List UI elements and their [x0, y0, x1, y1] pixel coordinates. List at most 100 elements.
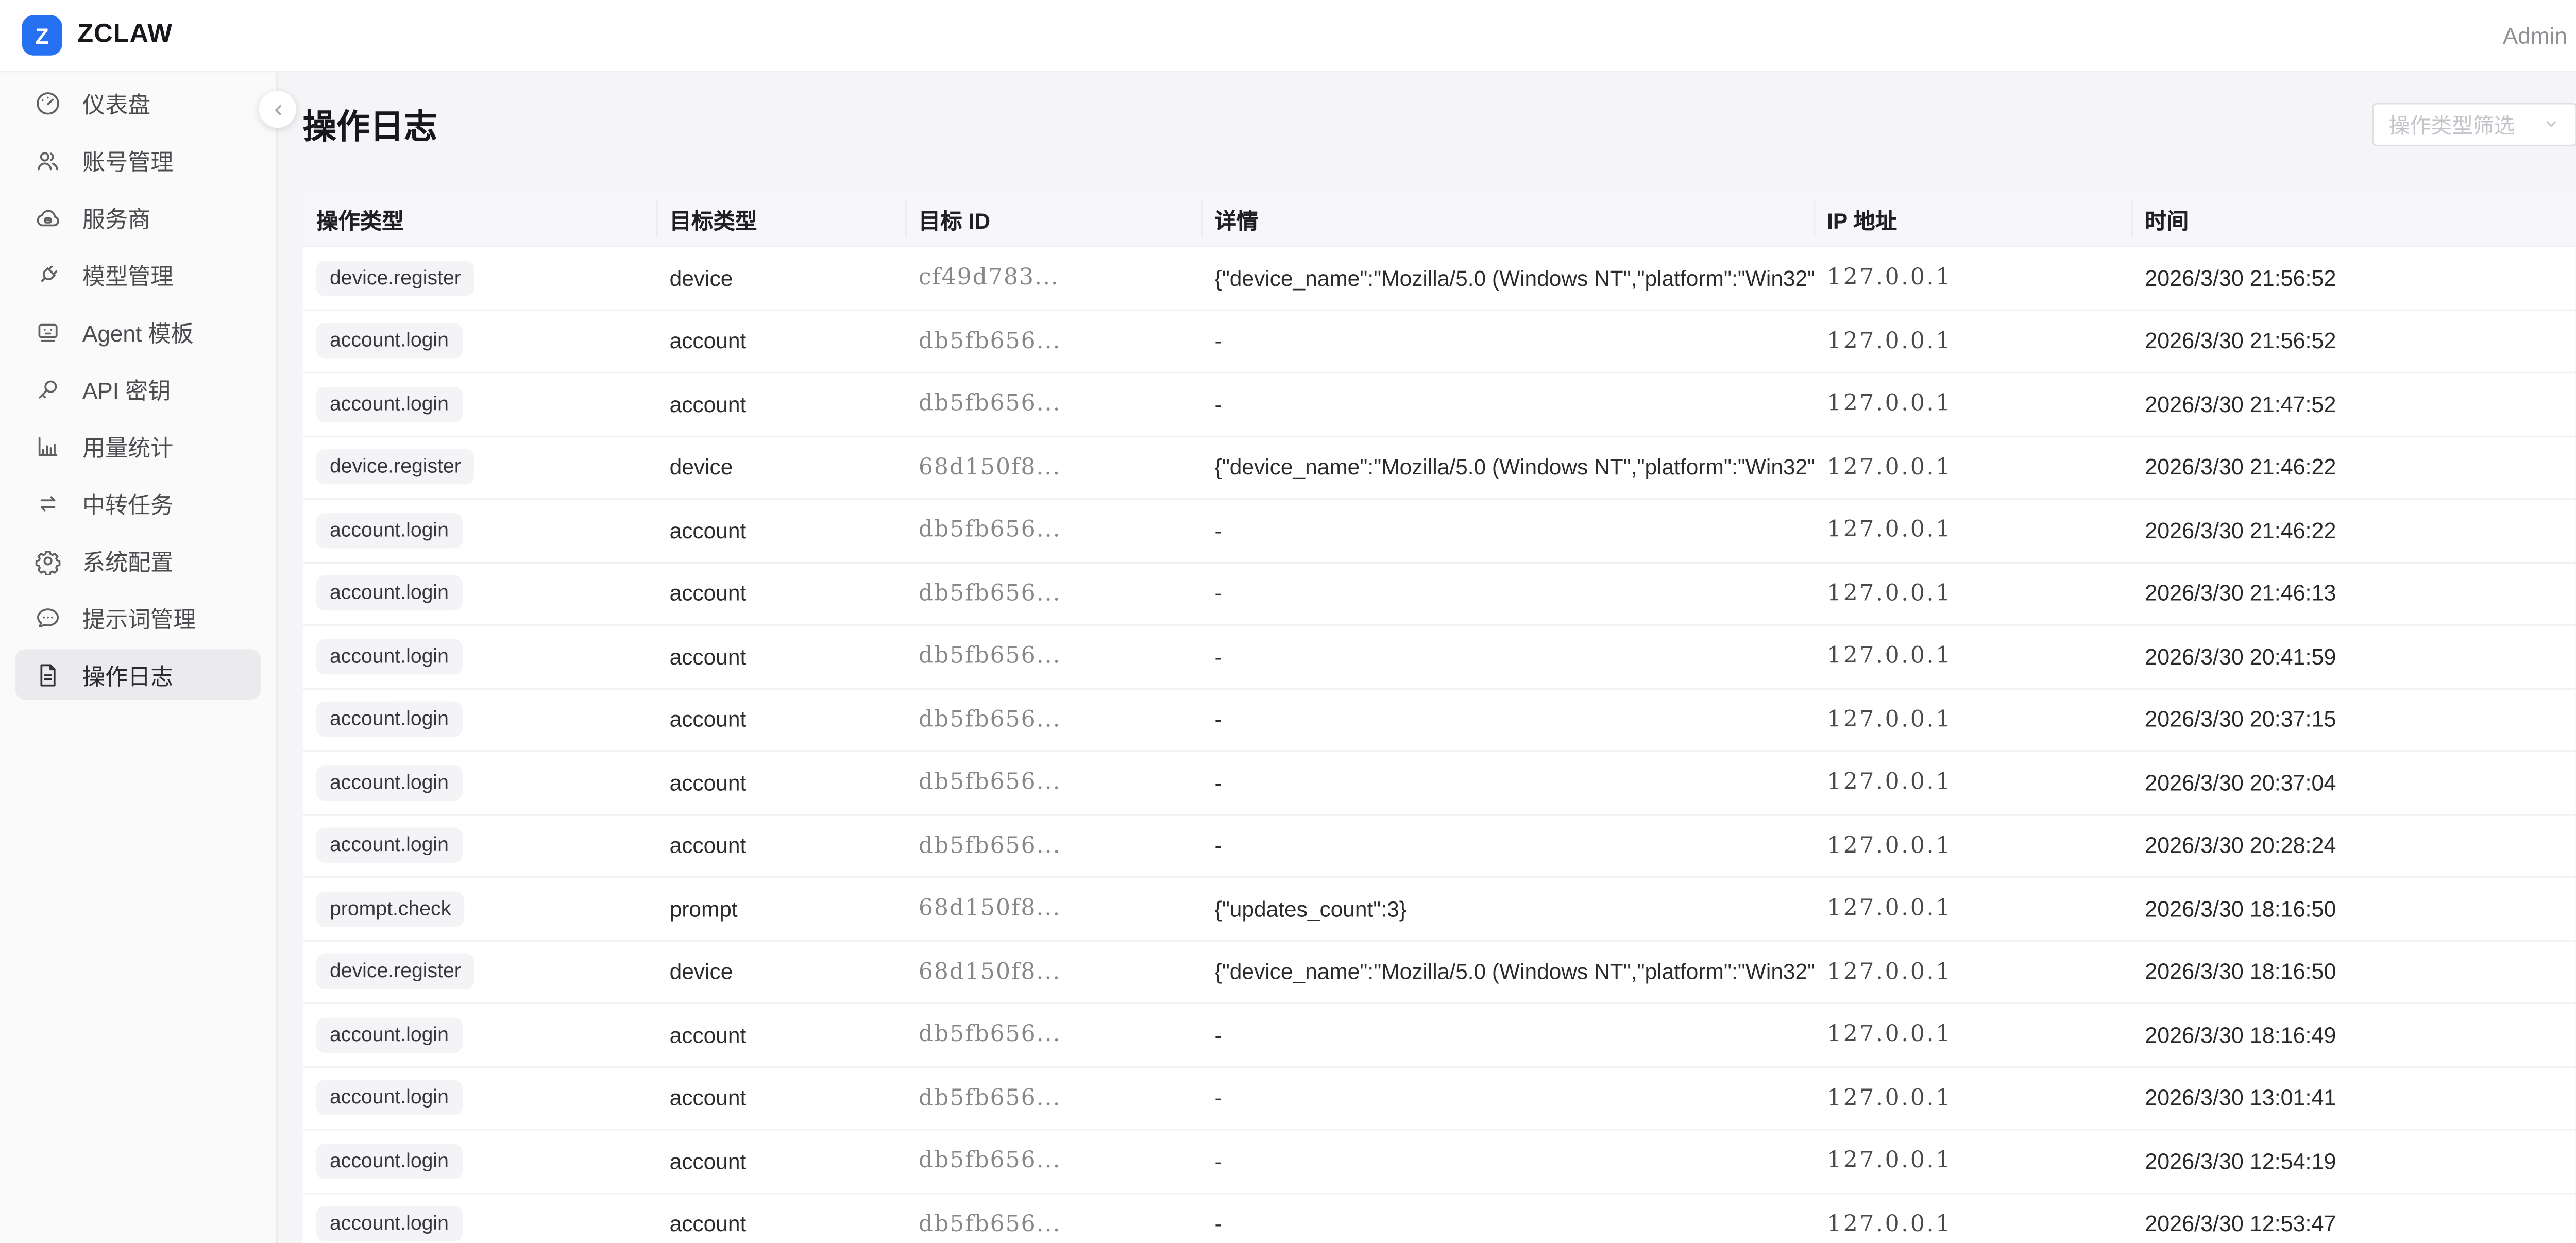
sidebar-item-relay-tasks[interactable]: 中转任务	[15, 478, 261, 528]
table-body: device.register device cf49d783... {"dev…	[303, 247, 2575, 1243]
page-title: 操作日志	[303, 99, 437, 148]
target-type-cell: account	[656, 563, 905, 624]
detail-cell: -	[1201, 1067, 1814, 1129]
detail-cell: -	[1201, 500, 1814, 561]
top-header: Z ZCLAW Admin	[0, 0, 2576, 72]
target-id-cell: db5fb656...	[905, 500, 1201, 561]
table-row: account.login account db5fb656... - 127.…	[303, 626, 2575, 689]
table-row: account.login account db5fb656... - 127.…	[303, 563, 2575, 625]
target-type-cell: account	[656, 1130, 905, 1191]
target-type-cell: account	[656, 500, 905, 561]
operation-type-chip: account.login	[316, 1144, 462, 1179]
operation-type-chip: device.register	[316, 450, 474, 485]
table-row: account.login account db5fb656... - 127.…	[303, 373, 2575, 436]
target-id-cell: db5fb656...	[905, 1194, 1201, 1243]
sidebar-item-providers[interactable]: 服务商	[15, 192, 261, 242]
sidebar-item-label: Agent 模板	[82, 315, 194, 348]
target-id-cell: 68d150f8...	[905, 878, 1201, 939]
ip-address-cell: 127.0.0.1	[1814, 563, 2131, 624]
table-row: device.register device cf49d783... {"dev…	[303, 247, 2575, 310]
sidebar-item-usage-stats[interactable]: 用量统计	[15, 420, 261, 471]
time-cell: 2026/3/30 18:16:50	[2131, 941, 2575, 1002]
target-type-cell: device	[656, 247, 905, 309]
ip-address-cell: 127.0.0.1	[1814, 310, 2131, 371]
target-id-cell: db5fb656...	[905, 752, 1201, 813]
ip-address-cell: 127.0.0.1	[1814, 689, 2131, 750]
detail-cell: {"device_name":"Mozilla/5.0 (Windows NT"…	[1201, 941, 1814, 1002]
main-content: 操作日志 操作类型筛选 操作类型目标类型目标 ID详情IP 地址时间 devic…	[278, 72, 2576, 1243]
target-id-cell: db5fb656...	[905, 1130, 1201, 1191]
ip-address-cell: 127.0.0.1	[1814, 500, 2131, 561]
detail-cell: -	[1201, 815, 1814, 876]
target-id-cell: db5fb656...	[905, 563, 1201, 624]
operation-type-filter-select[interactable]: 操作类型筛选	[2372, 102, 2576, 146]
table-row: account.login account db5fb656... - 127.…	[303, 500, 2575, 563]
bar-chart-icon	[33, 432, 62, 461]
ip-address-cell: 127.0.0.1	[1814, 1067, 2131, 1129]
table-row: account.login account db5fb656... - 127.…	[303, 1130, 2575, 1193]
robot-icon	[33, 317, 62, 346]
sidebar-item-models[interactable]: 模型管理	[15, 249, 261, 299]
sidebar-item-agent-template[interactable]: Agent 模板	[15, 306, 261, 356]
column-header: 目标 ID	[905, 192, 1201, 245]
sidebar-item-label: 模型管理	[82, 258, 173, 291]
detail-cell: -	[1201, 1194, 1814, 1243]
target-type-cell: account	[656, 752, 905, 813]
brand: Z ZCLAW	[22, 15, 173, 55]
admin-user-menu[interactable]: Admin	[2503, 23, 2567, 48]
time-cell: 2026/3/30 20:28:24	[2131, 815, 2575, 876]
sidebar-item-operation-logs[interactable]: 操作日志	[15, 649, 261, 700]
operation-type-chip: account.login	[316, 702, 462, 737]
time-cell: 2026/3/30 20:37:04	[2131, 752, 2575, 813]
target-type-cell: account	[656, 1067, 905, 1129]
target-id-cell: db5fb656...	[905, 1067, 1201, 1129]
sidebar-collapse-button[interactable]	[259, 91, 296, 128]
target-type-cell: account	[656, 689, 905, 750]
users-icon	[33, 145, 62, 174]
target-type-cell: prompt	[656, 878, 905, 939]
ip-address-cell: 127.0.0.1	[1814, 1194, 2131, 1243]
app-window: Z ZCLAW Admin 仪表盘 账号管理 服务商 模型管理 Agent 模板…	[0, 0, 2576, 1243]
sidebar-item-api-keys[interactable]: API 密钥	[15, 363, 261, 414]
operation-type-chip: account.login	[316, 513, 462, 548]
target-id-cell: db5fb656...	[905, 689, 1201, 750]
table-row: account.login account db5fb656... - 127.…	[303, 1067, 2575, 1130]
detail-cell: {"device_name":"Mozilla/5.0 (Windows NT"…	[1201, 436, 1814, 498]
target-id-cell: db5fb656...	[905, 626, 1201, 687]
time-cell: 2026/3/30 21:46:22	[2131, 500, 2575, 561]
ip-address-cell: 127.0.0.1	[1814, 247, 2131, 309]
time-cell: 2026/3/30 18:16:50	[2131, 878, 2575, 939]
key-icon	[33, 374, 62, 403]
sidebar-item-system-config[interactable]: 系统配置	[15, 535, 261, 585]
target-id-cell: db5fb656...	[905, 1004, 1201, 1065]
gauge-icon	[33, 88, 62, 117]
chevron-down-icon	[2542, 114, 2561, 133]
target-type-cell: account	[656, 626, 905, 687]
ip-address-cell: 127.0.0.1	[1814, 1130, 2131, 1191]
table-row: prompt.check prompt 68d150f8... {"update…	[303, 878, 2575, 941]
detail-cell: -	[1201, 1130, 1814, 1191]
sidebar-item-accounts[interactable]: 账号管理	[15, 134, 261, 185]
target-id-cell: db5fb656...	[905, 310, 1201, 371]
time-cell: 2026/3/30 18:16:49	[2131, 1004, 2575, 1065]
table-header-row: 操作类型目标类型目标 ID详情IP 地址时间	[303, 192, 2575, 247]
sidebar-item-label: 系统配置	[82, 543, 173, 577]
sidebar-item-prompts[interactable]: 提示词管理	[15, 592, 261, 642]
target-id-cell: cf49d783...	[905, 247, 1201, 309]
operation-type-chip: account.login	[316, 765, 462, 801]
detail-cell: -	[1201, 752, 1814, 813]
filter-placeholder: 操作类型筛选	[2389, 108, 2515, 140]
transfer-icon	[33, 489, 62, 518]
sidebar-item-label: 服务商	[82, 200, 150, 234]
ip-address-cell: 127.0.0.1	[1814, 752, 2131, 813]
operation-type-chip: account.login	[316, 1017, 462, 1053]
column-header: 时间	[2131, 192, 2575, 245]
page-header: 操作日志 操作类型筛选	[303, 99, 2576, 148]
operation-type-chip: account.login	[316, 386, 462, 422]
target-type-cell: device	[656, 941, 905, 1002]
table-row: account.login account db5fb656... - 127.…	[303, 1194, 2575, 1243]
sidebar-item-dashboard[interactable]: 仪表盘	[15, 77, 261, 128]
target-type-cell: account	[656, 1004, 905, 1065]
brand-name: ZCLAW	[77, 20, 173, 50]
target-type-cell: account	[656, 373, 905, 435]
